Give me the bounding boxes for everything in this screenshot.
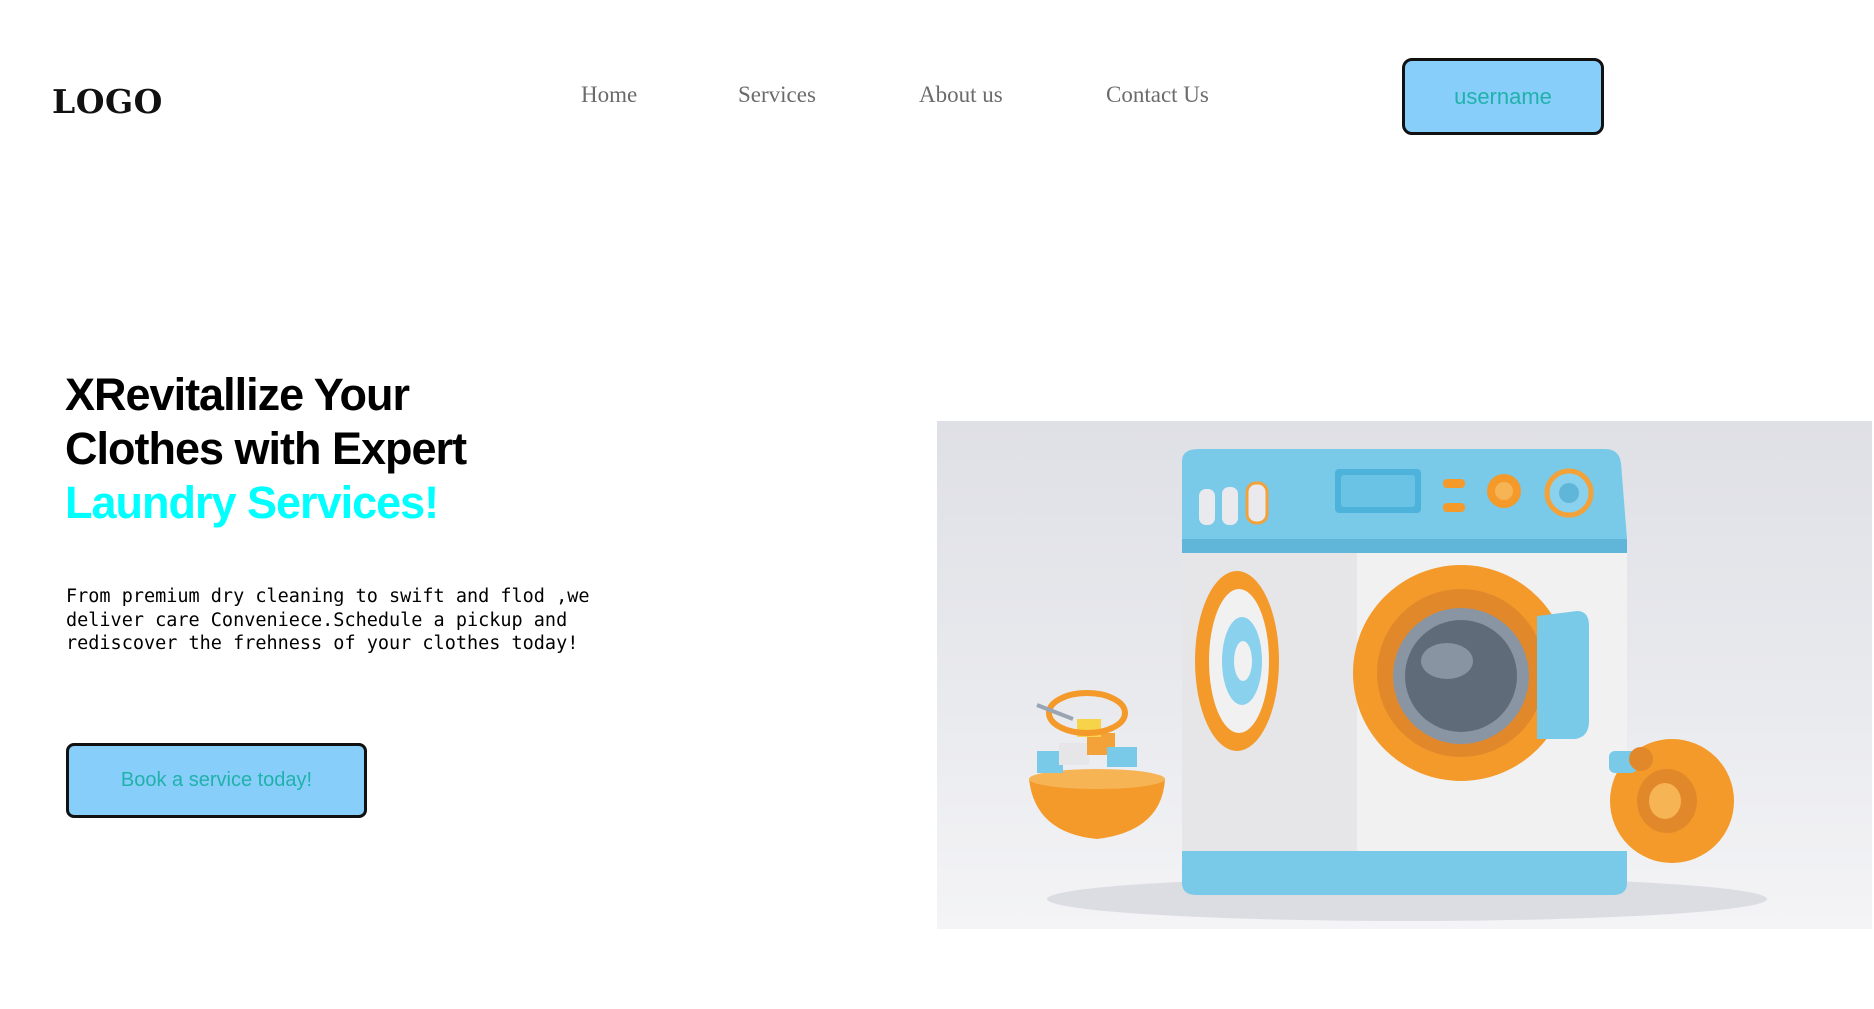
book-service-button[interactable]: Book a service today! (66, 743, 367, 818)
nav-home[interactable]: Home (581, 82, 637, 108)
hero-title-accent: Laundry Services! (65, 477, 439, 528)
hero-title-line1: XRevitallize Your (65, 369, 410, 420)
username-button[interactable]: username (1402, 58, 1604, 135)
nav-services[interactable]: Services (738, 82, 816, 108)
nav-contact-us[interactable]: Contact Us (1106, 82, 1209, 108)
logo[interactable]: LOGO (52, 82, 163, 121)
hero-title-line2: Clothes with Expert (65, 423, 467, 474)
hero-description: From premium dry cleaning to swift and f… (66, 586, 590, 654)
hero-title: XRevitallize Your Clothes with Expert La… (65, 368, 467, 530)
washing-machine-illustration (1029, 449, 1767, 921)
nav-about-us[interactable]: About us (919, 82, 1003, 108)
washing-machine-image (937, 421, 1872, 929)
